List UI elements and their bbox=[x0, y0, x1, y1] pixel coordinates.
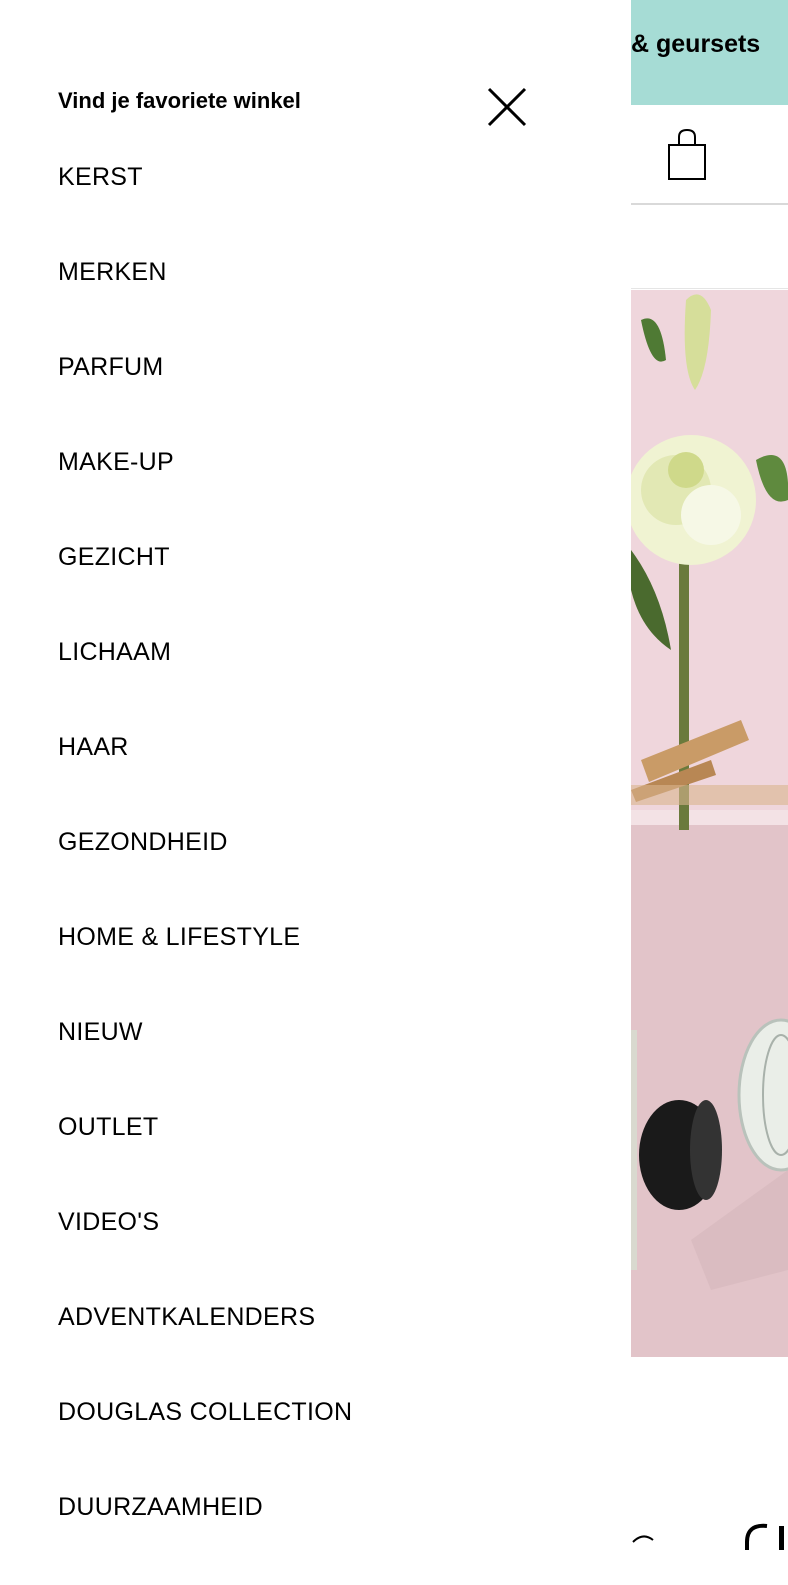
shopping-bag-icon[interactable] bbox=[667, 129, 707, 181]
store-locator-link[interactable]: Vind je favoriete winkel bbox=[58, 88, 301, 114]
menu-item-outlet[interactable]: OUTLET bbox=[58, 1110, 352, 1205]
menu-item-kerst[interactable]: KERST bbox=[58, 160, 352, 255]
menu-item-douglas-collection[interactable]: DOUGLAS COLLECTION bbox=[58, 1395, 352, 1490]
menu-item-home-lifestyle[interactable]: HOME & LIFESTYLE bbox=[58, 920, 352, 1015]
hero-image[interactable] bbox=[631, 290, 788, 1357]
promo-text: & geursets bbox=[631, 30, 761, 58]
menu-item-gezondheid[interactable]: GEZONDHEID bbox=[58, 825, 352, 920]
background-page: & geursets bbox=[631, 0, 788, 1550]
menu-item-lichaam[interactable]: LICHAAM bbox=[58, 635, 352, 730]
navigation-drawer: Vind je favoriete winkel KERST MERKEN PA… bbox=[0, 0, 631, 1550]
menu-item-nieuw[interactable]: NIEUW bbox=[58, 1015, 352, 1110]
partial-header-icon bbox=[631, 139, 635, 153]
menu-item-merken[interactable]: MERKEN bbox=[58, 255, 352, 350]
close-icon[interactable] bbox=[484, 84, 530, 130]
sub-navigation bbox=[631, 205, 788, 289]
menu-item-adventkalenders[interactable]: ADVENTKALENDERS bbox=[58, 1300, 352, 1395]
site-header bbox=[631, 105, 788, 205]
category-menu: KERST MERKEN PARFUM MAKE-UP GEZICHT LICH… bbox=[58, 160, 352, 1585]
menu-item-haar[interactable]: HAAR bbox=[58, 730, 352, 825]
partial-mark-icon bbox=[632, 1535, 654, 1543]
menu-item-parfum[interactable]: PARFUM bbox=[58, 350, 352, 445]
partial-logo-icon bbox=[745, 1523, 784, 1550]
menu-item-make-up[interactable]: MAKE-UP bbox=[58, 445, 352, 540]
menu-item-gezicht[interactable]: GEZICHT bbox=[58, 540, 352, 635]
menu-item-duurzaamheid[interactable]: DUURZAAMHEID bbox=[58, 1490, 352, 1585]
promo-banner[interactable]: & geursets bbox=[631, 0, 788, 105]
menu-item-videos[interactable]: VIDEO'S bbox=[58, 1205, 352, 1300]
